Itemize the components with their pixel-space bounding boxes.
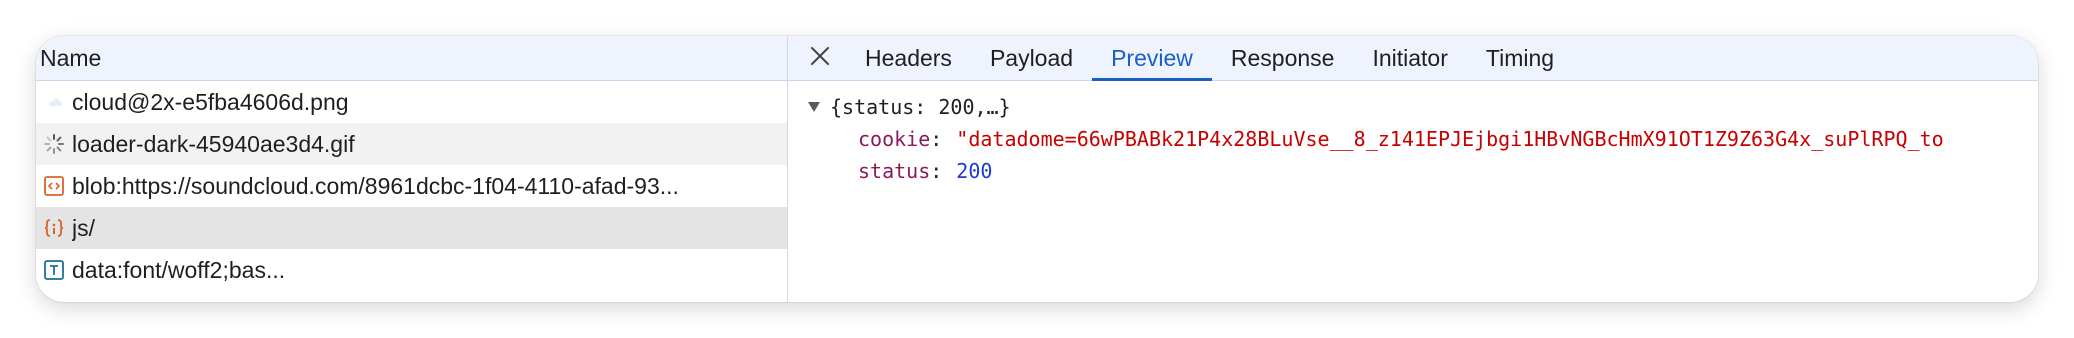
request-row[interactable]: js/ xyxy=(36,207,787,249)
code-icon xyxy=(41,173,67,199)
font-icon xyxy=(41,257,67,283)
expand-caret-icon[interactable] xyxy=(808,102,820,112)
request-name: cloud@2x-e5fba4606d.png xyxy=(72,88,349,115)
close-icon xyxy=(809,45,831,72)
request-row[interactable]: data:font/woff2;bas... xyxy=(36,249,787,291)
tab-response[interactable]: Response xyxy=(1212,36,1354,80)
tree-property-status: status : 200 xyxy=(858,159,993,183)
image-icon xyxy=(41,89,67,115)
request-rows: cloud@2x-e5fba4606d.png loader-dark-4594… xyxy=(36,81,787,302)
request-list: Name cloud@2x-e5fba4606d.png loader-dark… xyxy=(36,36,788,302)
tab-payload[interactable]: Payload xyxy=(971,36,1092,80)
close-details-button[interactable] xyxy=(794,36,846,80)
tree-root-node[interactable]: {status: 200,…} xyxy=(788,91,2038,123)
request-row[interactable]: blob:https://soundcloud.com/8961dcbc-1f0… xyxy=(36,165,787,207)
request-details: Headers Payload Preview Response Initiat… xyxy=(788,36,2038,302)
tab-headers[interactable]: Headers xyxy=(846,36,971,80)
request-name: loader-dark-45940ae3d4.gif xyxy=(72,130,355,157)
request-name: blob:https://soundcloud.com/8961dcbc-1f0… xyxy=(72,172,679,199)
details-tabbar: Headers Payload Preview Response Initiat… xyxy=(788,36,2038,81)
json-icon xyxy=(41,215,67,241)
tab-timing[interactable]: Timing xyxy=(1467,36,1573,80)
tab-initiator[interactable]: Initiator xyxy=(1353,36,1466,80)
devtools-network-panel: Name cloud@2x-e5fba4606d.png loader-dark… xyxy=(36,36,2038,302)
property-value: 200 xyxy=(956,159,993,183)
property-value: "datadome=66wPBABk21P4x28BLuVse__8_z141E… xyxy=(956,127,1944,151)
request-row[interactable]: loader-dark-45940ae3d4.gif xyxy=(36,123,787,165)
spinner-icon xyxy=(41,131,67,157)
tab-preview[interactable]: Preview xyxy=(1092,36,1212,81)
property-key: status xyxy=(858,159,931,183)
preview-tree: {status: 200,…} cookie : "datadome=66wPB… xyxy=(788,81,2038,187)
name-column-label: Name xyxy=(40,44,102,71)
request-row[interactable]: cloud@2x-e5fba4606d.png xyxy=(36,81,787,123)
request-name: js/ xyxy=(72,214,95,241)
name-column-header[interactable]: Name xyxy=(36,36,787,81)
tree-root-summary: {status: 200,…} xyxy=(830,95,1011,119)
tree-property-cookie: cookie : "datadome=66wPBABk21P4x28BLuVse… xyxy=(858,127,1944,151)
request-name: data:font/woff2;bas... xyxy=(72,256,286,283)
property-key: cookie xyxy=(858,127,931,151)
